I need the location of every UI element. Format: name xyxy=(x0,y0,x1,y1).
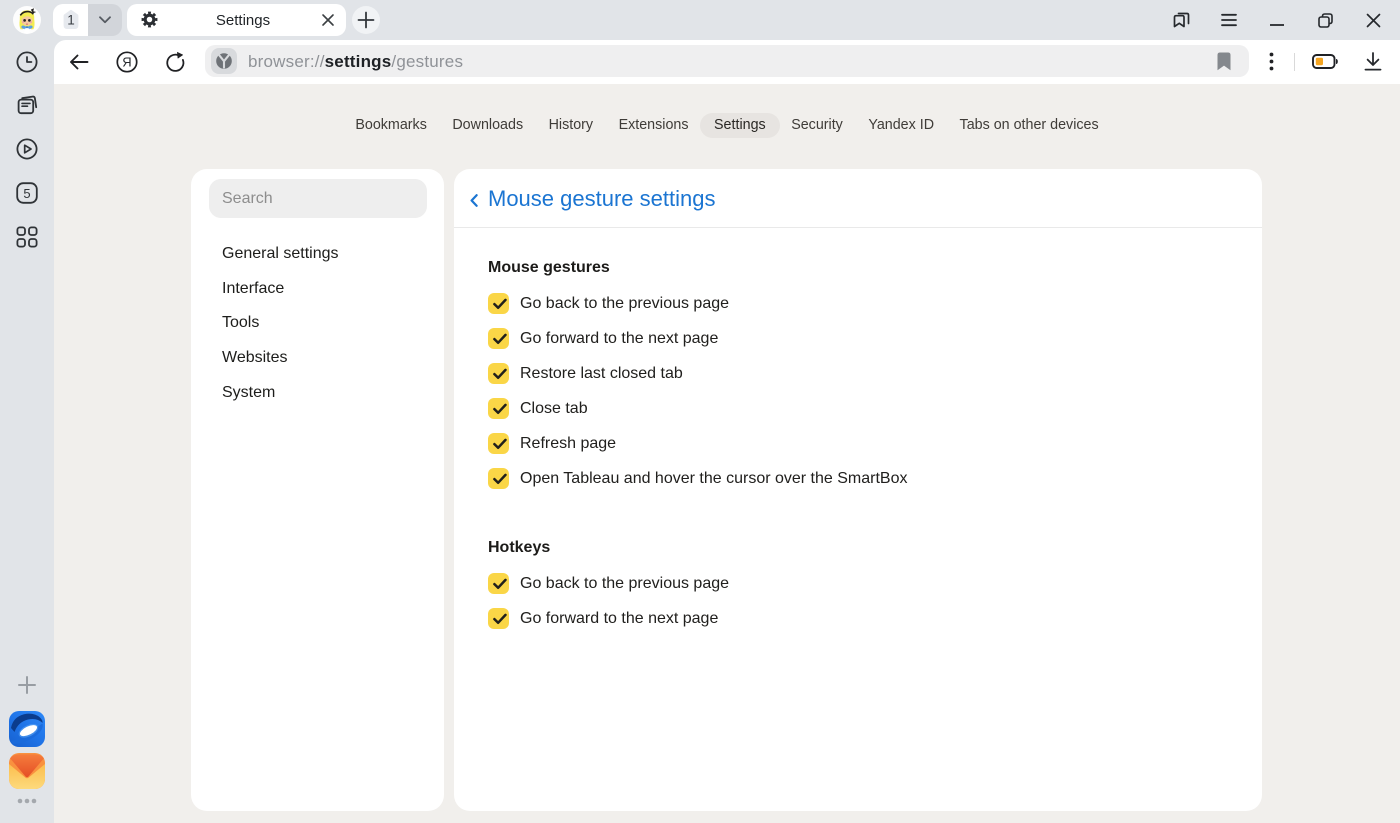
svg-text:5: 5 xyxy=(23,186,30,201)
svg-text:Я: Я xyxy=(122,54,131,69)
svg-text:1: 1 xyxy=(67,13,75,28)
